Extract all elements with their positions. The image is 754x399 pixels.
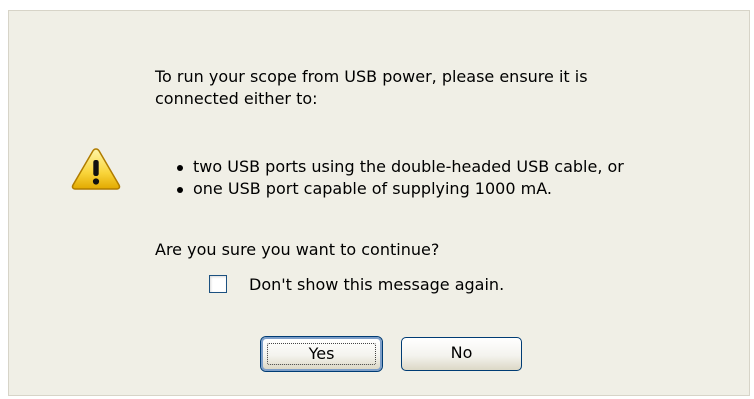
dialog-message: To run your scope from USB power, please… [155,66,735,259]
message-intro: To run your scope from USB power, please… [155,67,588,108]
warning-icon [71,148,121,190]
bullet-icon [177,187,183,193]
yes-button-label: Yes [308,344,335,363]
bullet-icon [177,165,183,171]
list-item-text: one USB port capable of supplying 1000 m… [193,179,552,198]
dont-show-again-label[interactable]: Don't show this message again. [249,275,504,294]
usb-power-dialog: To run your scope from USB power, please… [8,10,750,396]
dont-show-again-option[interactable]: Don't show this message again. [209,272,504,296]
no-button-label: No [450,343,473,362]
list-item: one USB port capable of supplying 1000 m… [175,178,754,200]
list-item: two USB ports using the double-headed US… [175,156,754,178]
dont-show-again-checkbox[interactable] [209,275,227,293]
list-item-text: two USB ports using the double-headed US… [193,157,624,176]
yes-button[interactable]: Yes [261,337,382,371]
confirmation-question: Are you sure you want to continue? [155,240,440,259]
no-button[interactable]: No [401,337,522,371]
requirements-list: two USB ports using the double-headed US… [175,156,754,200]
